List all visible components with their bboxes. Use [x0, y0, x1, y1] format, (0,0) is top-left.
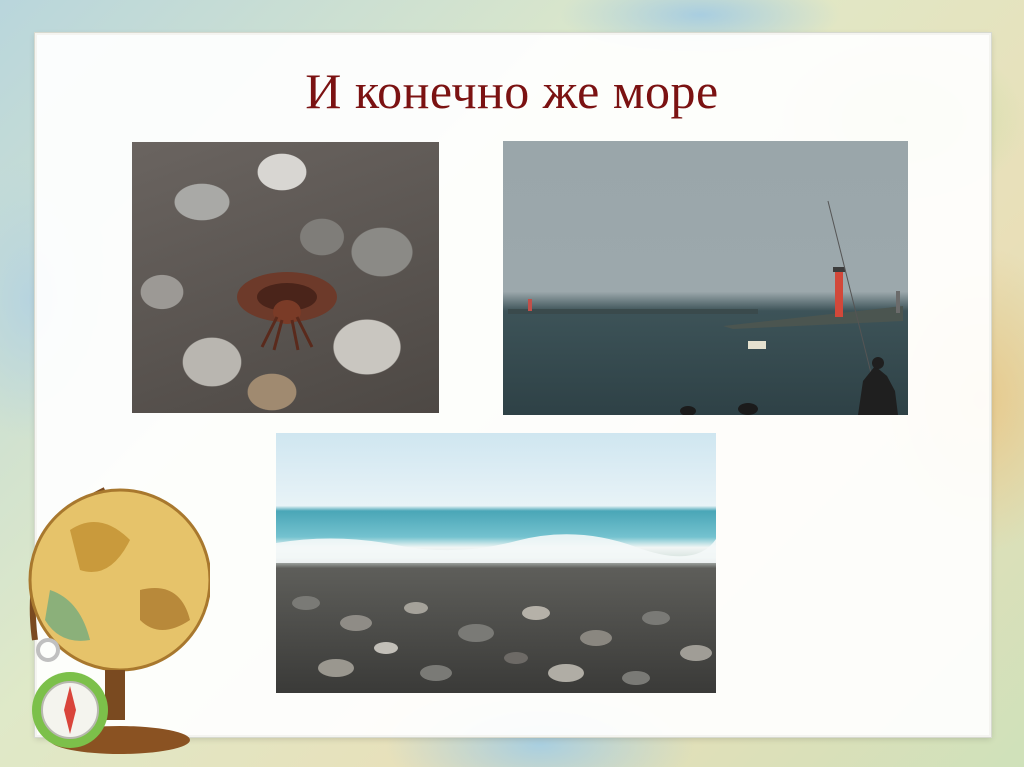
hermit-crab-photo: [132, 142, 439, 413]
harbor-scene: [508, 200, 903, 415]
hermit-crab-icon: [237, 272, 337, 351]
slide-title: И конечно же море: [305, 63, 719, 119]
harbor-photo: [503, 141, 908, 415]
pebble-beach-scene: [276, 534, 716, 685]
globe-decoration-icon: [28, 487, 210, 754]
pebble-beach-photo: [276, 433, 716, 693]
